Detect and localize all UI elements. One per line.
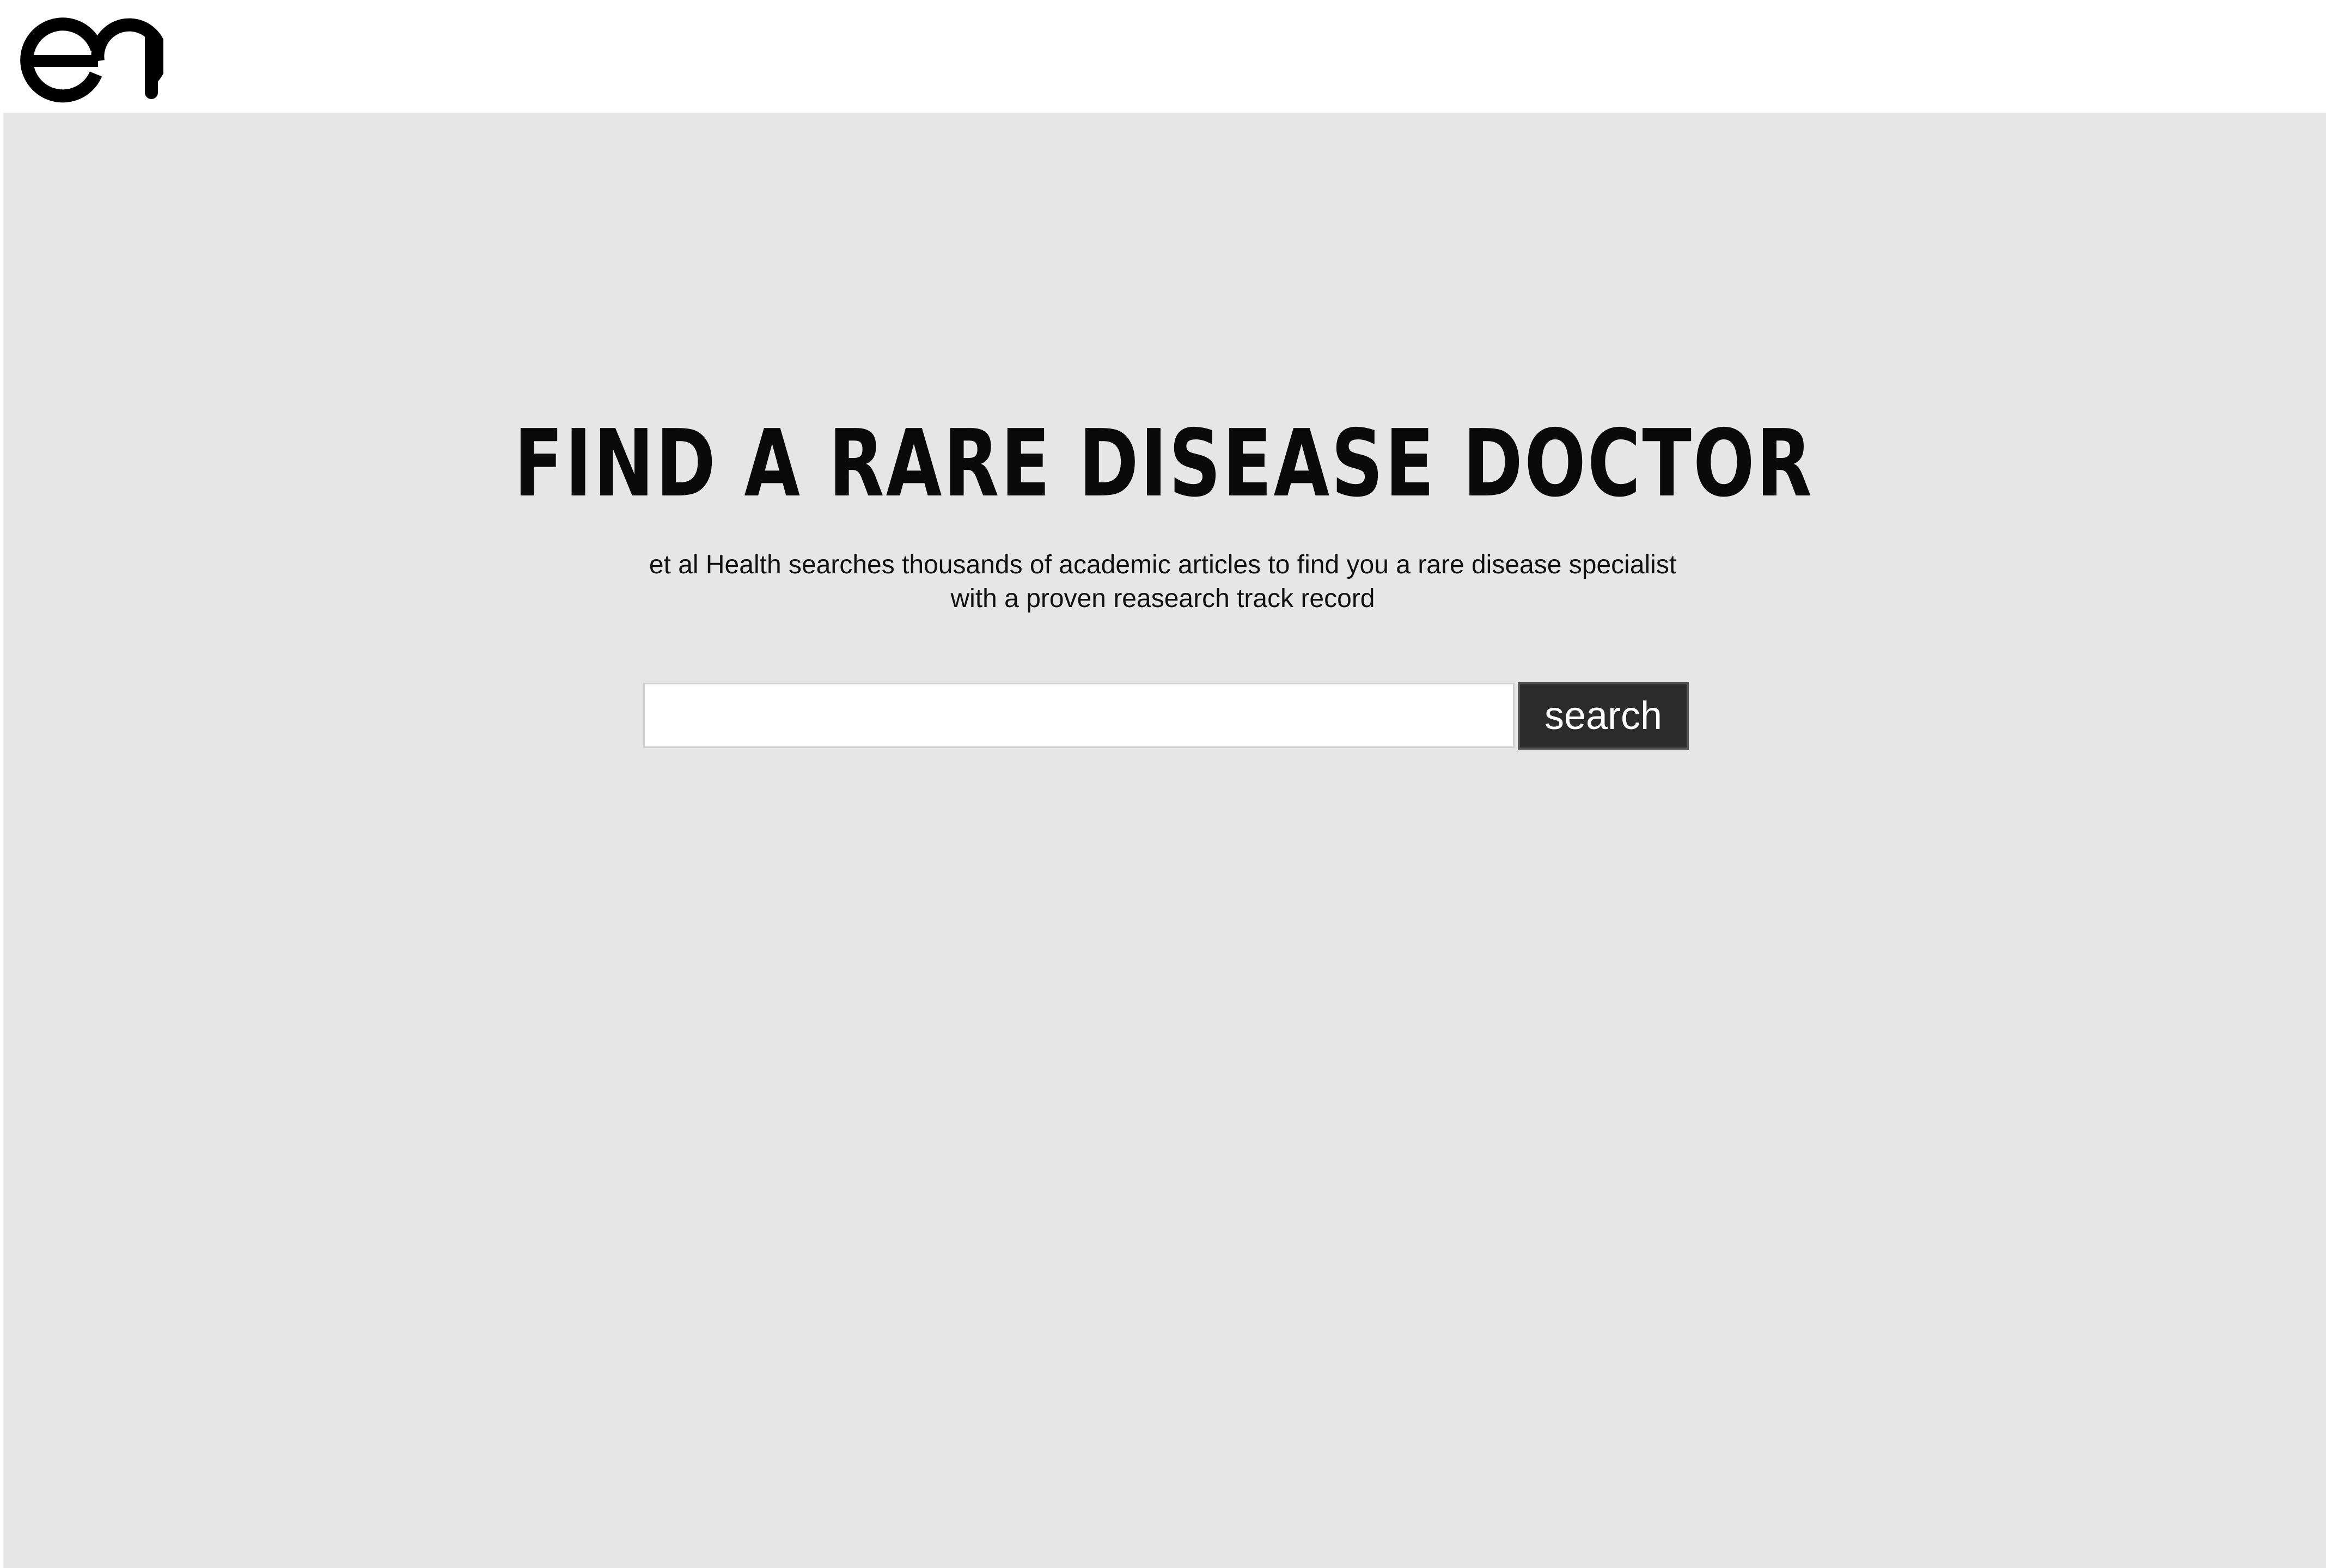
subtitle-line-1: et al Health searches thousands of acade…	[649, 550, 1677, 579]
search-button[interactable]: search	[1518, 682, 1689, 750]
search-input[interactable]	[643, 683, 1515, 748]
site-header	[0, 0, 2326, 113]
page-subtitle: et al Health searches thousands of acade…	[629, 548, 1696, 616]
subtitle-line-2: with a proven reasearch track record	[950, 584, 1375, 613]
ea-logo-icon	[20, 17, 163, 103]
page-title: FIND A RARE DISEASE DOCTOR	[514, 410, 1814, 518]
main-content: FIND A RARE DISEASE DOCTOR et al Health …	[3, 113, 2326, 1568]
